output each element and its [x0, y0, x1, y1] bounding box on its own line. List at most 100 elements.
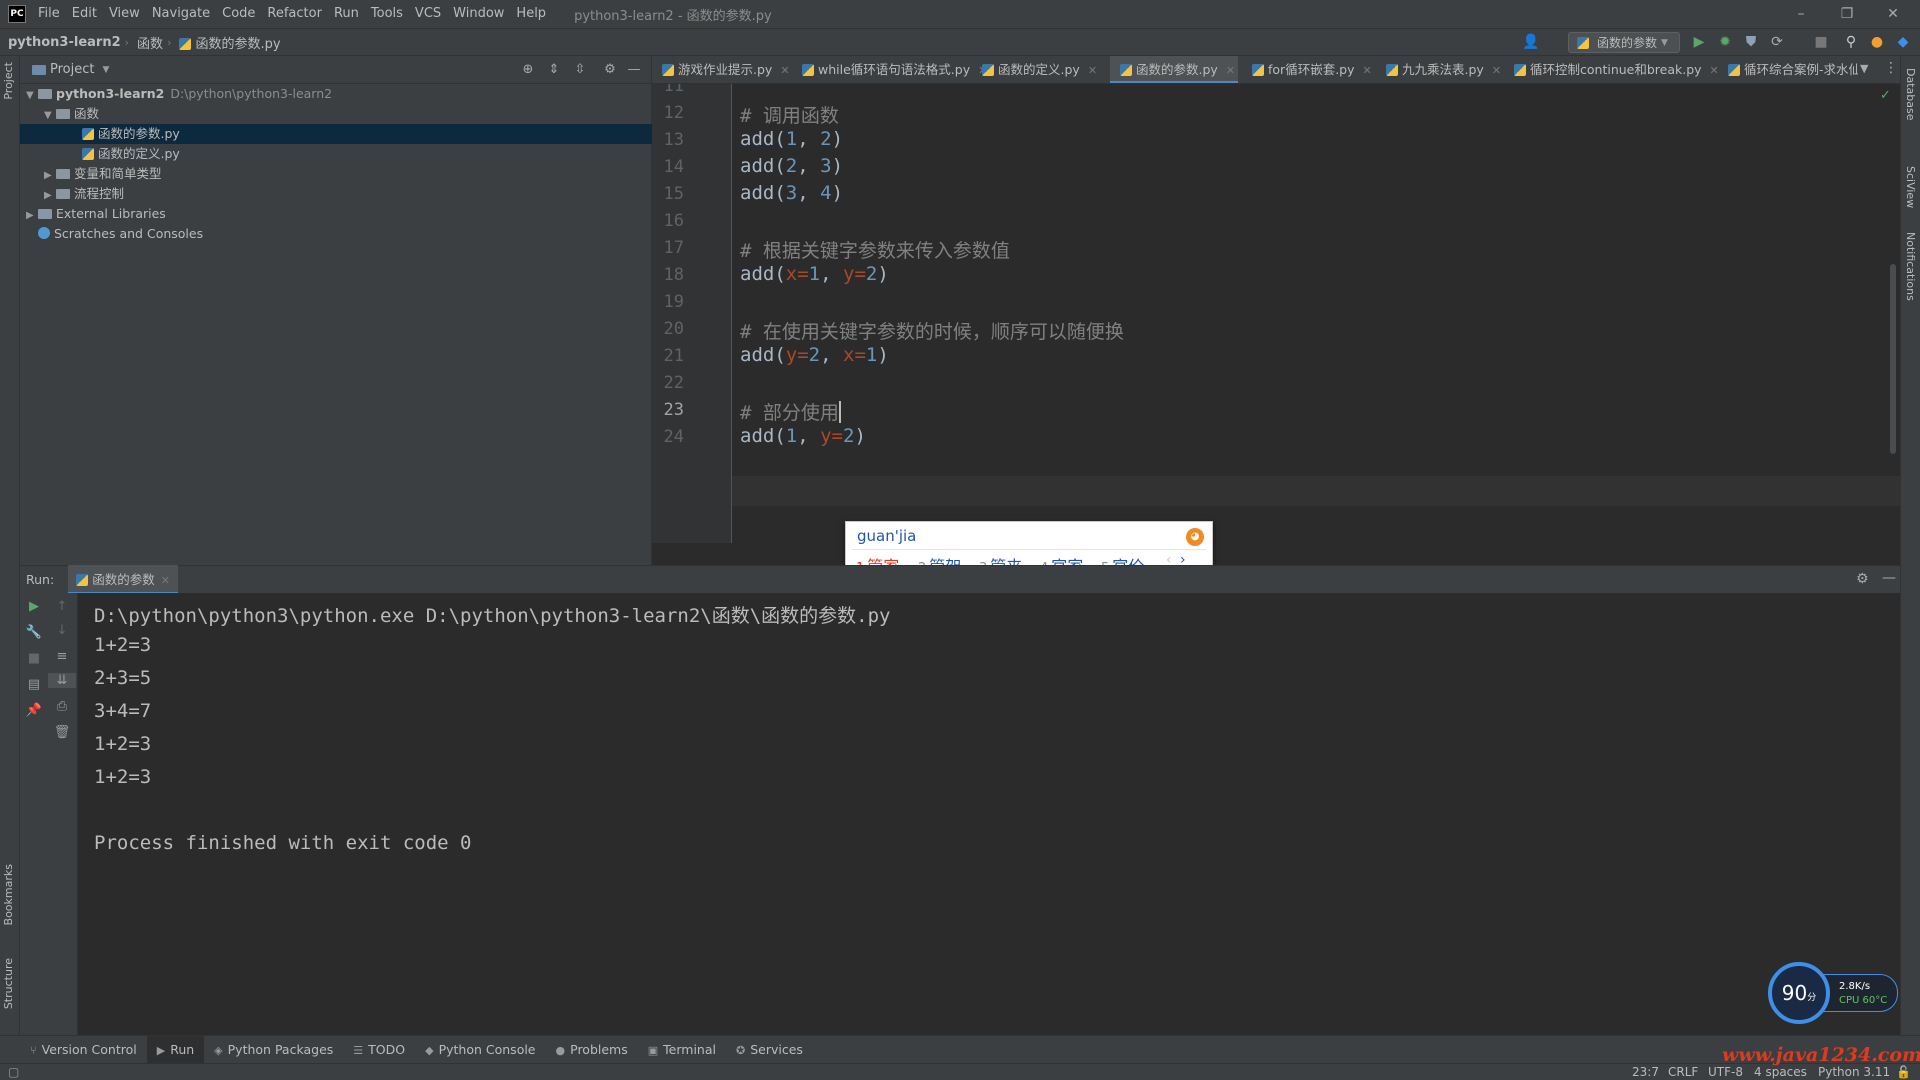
editor-tab[interactable]: 函数的定义.py ✕ — [972, 56, 1100, 83]
editor-tab[interactable]: 循环综合案例-求水仙 — [1718, 56, 1858, 83]
run-icon[interactable]: ▶ — [1690, 33, 1708, 51]
tool-tab-python-packages[interactable]: ◈ Python Packages — [204, 1036, 343, 1064]
arrow-down-icon[interactable]: ↓ — [48, 623, 76, 638]
user-account-icon[interactable]: 👤 — [1522, 33, 1540, 51]
menu-edit[interactable]: Edit — [66, 0, 103, 28]
tree-node-scratches[interactable]: Scratches and Consoles — [20, 224, 652, 244]
lock-icon[interactable]: 🔓 — [1896, 1064, 1911, 1080]
close-tab-icon[interactable]: ✕ — [780, 64, 789, 77]
menu-navigate[interactable]: Navigate — [146, 0, 216, 28]
line-separator[interactable]: CRLF — [1668, 1064, 1698, 1080]
trash-icon[interactable]: 🗑 — [48, 725, 76, 740]
tree-node-external-libraries[interactable]: ▶ External Libraries — [20, 204, 652, 224]
run-configuration-select[interactable]: 函数的参数 ▼ — [1568, 32, 1680, 53]
editor-tab[interactable]: for循环嵌套.py ✕ — [1242, 56, 1376, 83]
tool-tab-python-console[interactable]: ◆ Python Console — [415, 1036, 545, 1064]
menu-view[interactable]: View — [103, 0, 146, 28]
arrow-up-icon[interactable]: ↑ — [48, 599, 76, 614]
editor-tab[interactable]: 游戏作业提示.py ✕ — [652, 56, 792, 83]
soft-wrap-icon[interactable]: ≡ — [48, 649, 76, 664]
jetbrains-logo-icon[interactable]: ◆ — [1894, 33, 1912, 51]
bookmarks-tool-button[interactable]: Bookmarks — [2, 864, 15, 925]
menu-code[interactable]: Code — [216, 0, 261, 28]
breadcrumb-file[interactable]: 函数的参数.py — [171, 33, 284, 52]
more-options-icon[interactable]: ⋮ — [1884, 60, 1898, 76]
database-tool-button[interactable]: Database — [1904, 68, 1917, 121]
python-interpreter[interactable]: Python 3.11 — [1818, 1064, 1890, 1080]
breadcrumb-folder[interactable]: 函数 — [129, 33, 167, 52]
structure-tool-button[interactable]: Structure — [2, 958, 15, 1009]
hide-panel-icon[interactable]: — — [626, 62, 642, 78]
scroll-to-end-icon[interactable]: ⇊ — [48, 673, 76, 688]
restore-button[interactable]: ❐ — [1824, 0, 1870, 28]
stop-icon[interactable]: ■ — [20, 651, 48, 666]
close-tab-icon[interactable]: ✕ — [1226, 64, 1235, 77]
menu-run[interactable]: Run — [328, 0, 365, 28]
menu-vcs[interactable]: VCS — [409, 0, 447, 28]
tool-tab-todo[interactable]: ☰ TODO — [343, 1036, 415, 1064]
editor-scrollbar[interactable] — [1890, 264, 1896, 454]
editor-tab[interactable]: while循环语句语法格式.py✕ — [792, 56, 987, 83]
wrench-icon[interactable]: 🔧 — [20, 625, 48, 640]
close-window-button[interactable]: ✕ — [1870, 0, 1916, 28]
coverage-icon[interactable]: ⛊ — [1742, 33, 1760, 51]
breadcrumb-project[interactable]: python3-learn2 — [0, 35, 125, 50]
sciview-tool-button[interactable]: SciView — [1904, 166, 1917, 208]
profile-icon[interactable]: ⟳ — [1768, 33, 1786, 51]
minimize-button[interactable]: – — [1778, 0, 1824, 28]
update-icon[interactable]: ● — [1868, 33, 1886, 51]
chevron-down-icon[interactable]: ▼ — [102, 65, 109, 75]
layout-icon[interactable]: ▤ — [20, 677, 48, 692]
gear-icon[interactable]: ⚙ — [602, 62, 618, 78]
run-console[interactable]: ▶ 🔧 ■ ▤ 📌 ↑ ↓ ≡ ⇊ ⎙ 🗑 D:\python\python3\… — [20, 593, 1900, 1035]
tab-list-chevron-icon[interactable]: ▼ — [1860, 62, 1868, 75]
collapse-all-icon[interactable]: ⇳ — [572, 62, 588, 78]
pin-icon[interactable]: 📌 — [20, 703, 48, 718]
menu-window[interactable]: Window — [447, 0, 510, 28]
close-tab-icon[interactable]: ✕ — [1088, 64, 1097, 77]
tool-tab-problems[interactable]: ● Problems — [546, 1036, 638, 1064]
close-tab-icon[interactable]: ✕ — [1492, 64, 1501, 77]
code-editor[interactable]: 11 12 13 14 15 16 17 18 19 20 21 22 23 2… — [652, 84, 1900, 543]
menu-help[interactable]: Help — [510, 0, 552, 28]
project-tool-button[interactable]: Project — [2, 62, 15, 100]
layout-toggle-icon[interactable]: ▢ — [8, 1064, 19, 1080]
editor-tab[interactable]: 九九乘法表.py ✕ — [1376, 56, 1504, 83]
tool-tab-services[interactable]: ✪ Services — [726, 1036, 813, 1064]
menu-refactor[interactable]: Refactor — [261, 0, 328, 28]
debug-icon[interactable]: ✹ — [1716, 33, 1734, 51]
tree-node-project[interactable]: ▼ python3-learn2 D:\python\python3-learn2 — [20, 84, 652, 104]
tree-node-folder[interactable]: ▼ 函数 — [20, 104, 652, 124]
expand-all-icon[interactable]: ⇕ — [546, 62, 562, 78]
menu-tools[interactable]: Tools — [365, 0, 409, 28]
hide-panel-icon[interactable]: — — [1882, 570, 1896, 586]
tool-tab-version-control[interactable]: ⑂ Version Control — [20, 1036, 147, 1064]
stop-icon[interactable]: ■ — [1812, 33, 1830, 51]
tool-tab-run[interactable]: ▶ Run — [146, 1035, 205, 1064]
editor-tab-active[interactable]: 函数的参数.py ✕ — [1110, 56, 1238, 83]
system-monitor-widget[interactable]: 2.8K/s CPU 60°C 90分 — [1764, 962, 1900, 1024]
tree-node-folder[interactable]: ▶ 流程控制 — [20, 184, 652, 204]
locate-file-icon[interactable]: ⊕ — [520, 62, 536, 78]
ime-logo-icon[interactable]: ◕ — [1186, 528, 1204, 546]
gear-icon[interactable]: ⚙ — [1856, 571, 1869, 587]
line-number: 14 — [663, 157, 684, 177]
tree-node-folder[interactable]: ▶ 变量和简单类型 — [20, 164, 652, 184]
notifications-tool-button[interactable]: Notifications — [1904, 232, 1917, 301]
project-view-select[interactable]: Project — [50, 62, 94, 77]
tree-node-file-selected[interactable]: 函数的参数.py — [20, 124, 652, 144]
close-tab-icon[interactable]: ✕ — [161, 574, 170, 587]
tree-node-file[interactable]: 函数的定义.py — [20, 144, 652, 164]
print-icon[interactable]: ⎙ — [48, 699, 76, 714]
run-tab[interactable]: 函数的参数 ✕ — [68, 565, 178, 594]
tool-tab-terminal[interactable]: ▣ Terminal — [638, 1036, 726, 1064]
caret-position[interactable]: 23:7 — [1632, 1064, 1659, 1080]
menu-file[interactable]: File — [32, 0, 66, 28]
file-encoding[interactable]: UTF-8 — [1708, 1064, 1743, 1080]
close-tab-icon[interactable]: ✕ — [1363, 64, 1372, 77]
inspection-ok-icon[interactable]: ✓ — [1880, 88, 1891, 103]
rerun-icon[interactable]: ▶ — [20, 599, 48, 614]
search-icon[interactable]: ⚲ — [1842, 33, 1860, 51]
indent-setting[interactable]: 4 spaces — [1754, 1064, 1807, 1080]
editor-tab[interactable]: 循环控制continue和break.py ✕ — [1504, 56, 1719, 83]
